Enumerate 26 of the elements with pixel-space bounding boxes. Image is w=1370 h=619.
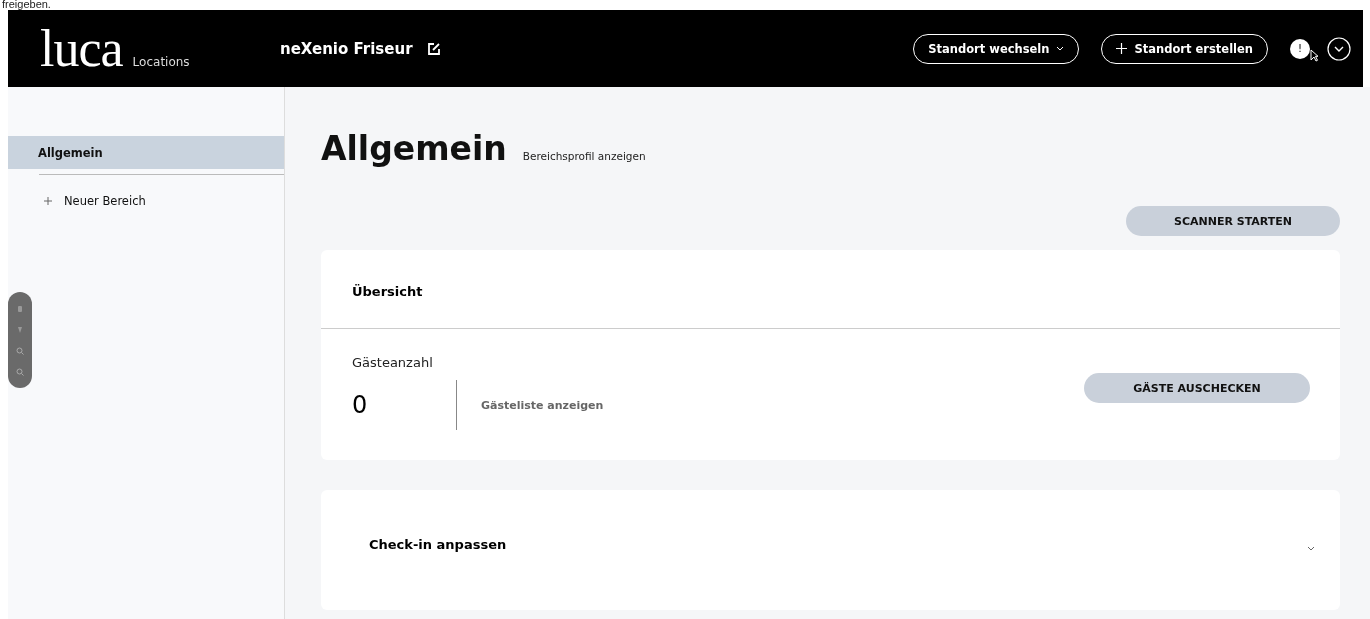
guest-count: 0	[352, 391, 369, 419]
guest-count-label: Gästeanzahl	[351, 354, 434, 370]
location-name: neXenio Friseur	[280, 39, 413, 58]
account-menu-icon[interactable]	[1327, 36, 1351, 61]
zoom-out-icon[interactable]	[16, 367, 24, 376]
page-title: Allgemein	[321, 129, 507, 168]
sidebar-item[interactable]: Allgemein	[8, 136, 284, 169]
card-title: Check-in anpassen	[369, 537, 507, 552]
logo: luca	[40, 22, 123, 75]
profile-link[interactable]: Bereichsprofil anzeigen	[522, 150, 646, 162]
notification-badge[interactable]: !	[1290, 38, 1310, 59]
card-title: Übersicht	[351, 283, 424, 301]
chevron-down-icon[interactable]	[1306, 545, 1316, 552]
checkin-card[interactable]: Check-in anpassen	[321, 490, 1340, 610]
caption-text: freigeben.	[2, 0, 51, 10]
sidebar-item[interactable]: Neuer Bereich	[8, 189, 284, 213]
checkout-button[interactable]: GÄSTE AUSCHECKEN	[1084, 373, 1310, 403]
chevron-down-icon	[1056, 45, 1065, 52]
scanner-button[interactable]: SCANNER STARTEN	[1126, 206, 1340, 236]
zoom-in-icon[interactable]	[16, 346, 24, 355]
edit-icon[interactable]	[426, 41, 441, 56]
guest-list-link[interactable]: Gästeliste anzeigen	[481, 398, 604, 412]
product-name: Locations	[132, 54, 190, 69]
plus-icon	[44, 197, 52, 205]
plus-icon	[1116, 43, 1128, 54]
cursor-icon	[1310, 49, 1319, 62]
